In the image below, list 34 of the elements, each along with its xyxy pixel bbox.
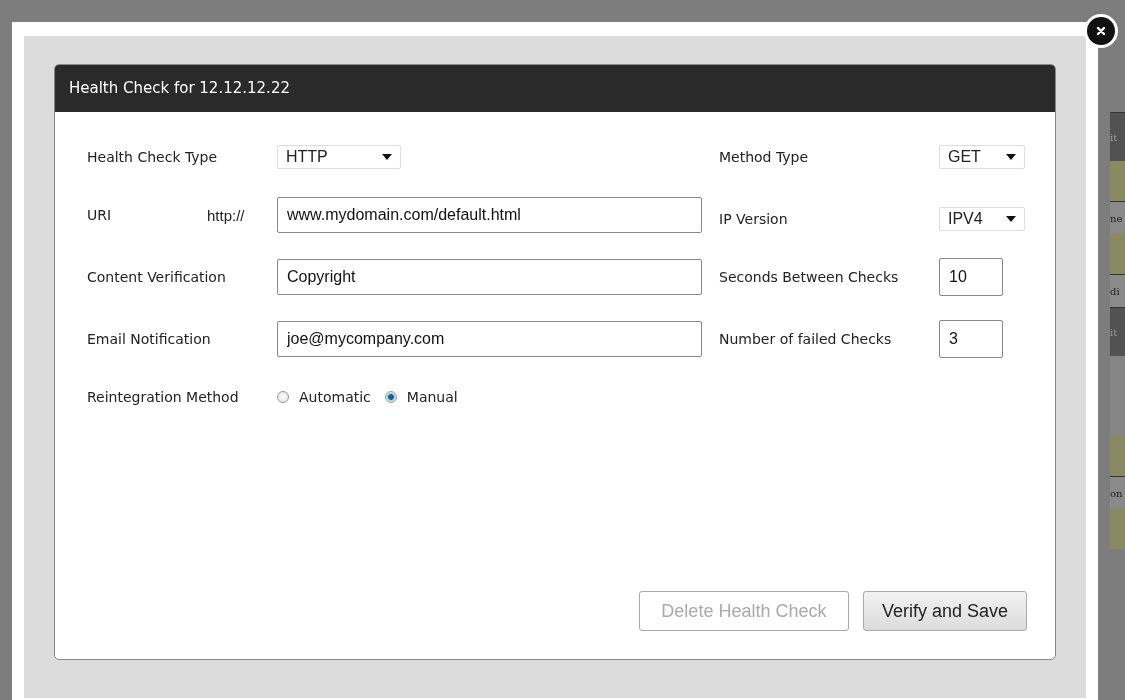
field-label: Seconds Between Checks [719, 269, 899, 285]
field-label: Method Type [719, 149, 809, 165]
close-button[interactable] [1084, 14, 1118, 48]
input-field[interactable]: joe@mycompany.com [277, 321, 702, 357]
radio-button[interactable] [277, 391, 289, 403]
caret-icon [1006, 216, 1016, 222]
radio-label[interactable]: Automatic [299, 389, 371, 405]
background-text: it [1110, 326, 1118, 338]
save-button[interactable]: Verify and Save [862, 591, 1027, 631]
dropdown[interactable]: IPV4 [939, 207, 1025, 231]
radio-button[interactable] [384, 391, 397, 403]
background-text: on [1110, 487, 1123, 499]
field-label: Content Verification [87, 269, 226, 285]
radio-label[interactable]: Manual [406, 389, 458, 405]
caret-icon [382, 154, 392, 160]
background-text: it [1110, 131, 1118, 143]
number-field[interactable]: 10 [939, 258, 1003, 296]
dialog-title: Health Check for 12.12.12.22 [55, 65, 1055, 112]
field-label: Health Check Type [87, 149, 218, 165]
background-text: ne [1110, 212, 1123, 224]
field-label: Email Notification [87, 331, 211, 347]
field-label: IP Version [719, 211, 788, 227]
dropdown[interactable]: HTTP [277, 145, 401, 169]
number-field[interactable]: 3 [939, 320, 1003, 358]
input-field[interactable]: Copyright [277, 259, 702, 295]
field-label: URI [87, 207, 112, 223]
input-field[interactable]: www.mydomain.com/default.html [277, 197, 702, 233]
url-prefix: http:// [207, 206, 245, 224]
field-label: Number of failed Checks [719, 331, 892, 347]
dropdown[interactable]: GET [939, 145, 1025, 169]
background-text: di [1110, 285, 1120, 297]
field-label: Reintegration Method [87, 389, 239, 405]
close-icon [1096, 26, 1106, 36]
caret-icon [1006, 154, 1016, 160]
